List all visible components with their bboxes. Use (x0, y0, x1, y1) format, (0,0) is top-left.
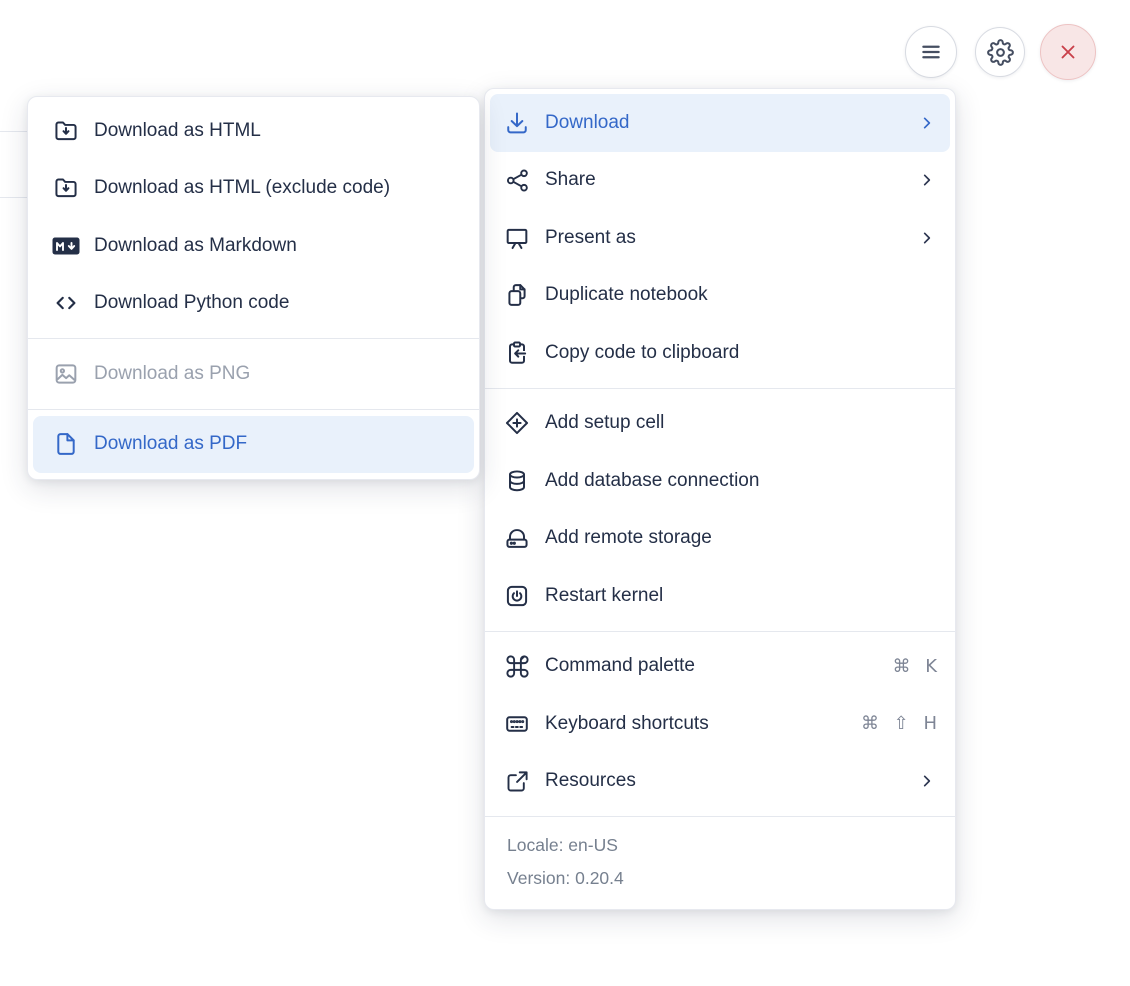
notebook-menu: Download Share Present as Duplicate note… (484, 88, 956, 910)
menu-footer: Locale: en-US Version: 0.20.4 (485, 816, 955, 909)
menu-item-label: Restart kernel (545, 584, 664, 606)
menu-item-label: Download Python code (94, 292, 290, 314)
menu-item-label: Resources (545, 770, 636, 792)
settings-button[interactable] (975, 27, 1025, 77)
share-icon (503, 166, 531, 194)
diamond-plus-icon (503, 409, 531, 437)
code-icon (52, 289, 80, 317)
submenu-section-formats: Download as HTML Download as HTML (exclu… (28, 97, 479, 338)
hamburger-icon (917, 38, 945, 66)
hamburger-menu-button[interactable] (905, 26, 957, 78)
clipboard-paste-icon (503, 339, 531, 367)
keyboard-icon (503, 710, 531, 738)
menu-item-label: Add remote storage (545, 527, 712, 549)
menu-item-label: Command palette (545, 655, 695, 677)
menu-item-download[interactable]: Download (490, 94, 950, 152)
menu-item-label: Duplicate notebook (545, 284, 708, 306)
gear-icon (986, 38, 1014, 66)
external-link-icon (503, 767, 531, 795)
storage-drive-icon (503, 524, 531, 552)
menu-item-label: Download as HTML (exclude code) (94, 177, 391, 199)
locale-text: Locale: en-US (507, 835, 618, 855)
menu-item-label: Share (545, 169, 596, 191)
submenu-item-download-pdf[interactable]: Download as PDF (33, 415, 474, 473)
menu-item-label: Download as PDF (94, 433, 248, 455)
background-divider (0, 197, 28, 198)
menu-item-add-setup-cell[interactable]: Add setup cell (485, 395, 955, 453)
folder-download-icon (52, 117, 80, 145)
submenu-section-png: Download as PNG (28, 338, 479, 409)
menu-section-export: Download Share Present as Duplicate note… (485, 89, 955, 388)
menu-item-share[interactable]: Share (485, 152, 955, 210)
close-icon (1056, 40, 1080, 64)
submenu-item-download-png[interactable]: Download as PNG (28, 345, 479, 403)
menu-section-notebook: Add setup cell Add database connection A… (485, 387, 955, 631)
menu-item-label: Download (545, 111, 630, 133)
menu-item-resources[interactable]: Resources (485, 753, 955, 811)
submenu-item-download-html[interactable]: Download as HTML (28, 102, 479, 160)
background-divider (0, 131, 28, 132)
submenu-item-download-python[interactable]: Download Python code (28, 275, 479, 333)
menu-item-add-database[interactable]: Add database connection (485, 452, 955, 510)
image-icon (52, 360, 80, 388)
presentation-icon (503, 224, 531, 252)
menu-item-label: Add database connection (545, 469, 760, 491)
command-icon (503, 652, 531, 680)
chevron-right-icon (917, 228, 937, 248)
menu-item-keyboard-shortcuts[interactable]: Keyboard shortcuts ⌘ ⇧ H (485, 695, 955, 753)
app-stage: Download Share Present as Duplicate note… (0, 0, 1130, 986)
menu-item-label: Download as HTML (94, 119, 261, 141)
menu-item-label: Download as Markdown (94, 234, 297, 256)
menu-item-add-remote-storage[interactable]: Add remote storage (485, 510, 955, 568)
chevron-right-icon (917, 170, 937, 190)
download-submenu: Download as HTML Download as HTML (exclu… (27, 96, 480, 480)
chevron-right-icon (917, 113, 937, 133)
menu-item-duplicate-notebook[interactable]: Duplicate notebook (485, 267, 955, 325)
version-text: Version: 0.20.4 (507, 868, 624, 888)
menu-item-label: Keyboard shortcuts (545, 712, 709, 734)
file-icon (52, 430, 80, 458)
power-icon (503, 582, 531, 610)
menu-item-present-as[interactable]: Present as (485, 209, 955, 267)
menu-item-label: Present as (545, 226, 636, 248)
submenu-item-download-markdown[interactable]: Download as Markdown (28, 217, 479, 275)
close-button[interactable] (1040, 24, 1096, 80)
shortcut-hint: ⌘ ⇧ H (860, 713, 937, 735)
menu-section-tools: Command palette ⌘ K Keyboard shortcuts ⌘… (485, 630, 955, 817)
submenu-item-download-html-no-code[interactable]: Download as HTML (exclude code) (28, 160, 479, 218)
database-icon (503, 467, 531, 495)
shortcut-hint: ⌘ K (892, 655, 937, 677)
submenu-section-pdf: Download as PDF (28, 408, 479, 480)
menu-item-label: Add setup cell (545, 412, 665, 434)
markdown-icon (52, 232, 80, 260)
menu-item-label: Copy code to clipboard (545, 341, 740, 363)
download-icon (503, 109, 531, 137)
chevron-right-icon (917, 771, 937, 791)
menu-item-copy-code[interactable]: Copy code to clipboard (485, 324, 955, 382)
duplicate-icon (503, 281, 531, 309)
menu-item-label: Download as PNG (94, 362, 251, 384)
menu-item-restart-kernel[interactable]: Restart kernel (485, 567, 955, 625)
folder-download-icon (52, 174, 80, 202)
menu-item-command-palette[interactable]: Command palette ⌘ K (485, 638, 955, 696)
